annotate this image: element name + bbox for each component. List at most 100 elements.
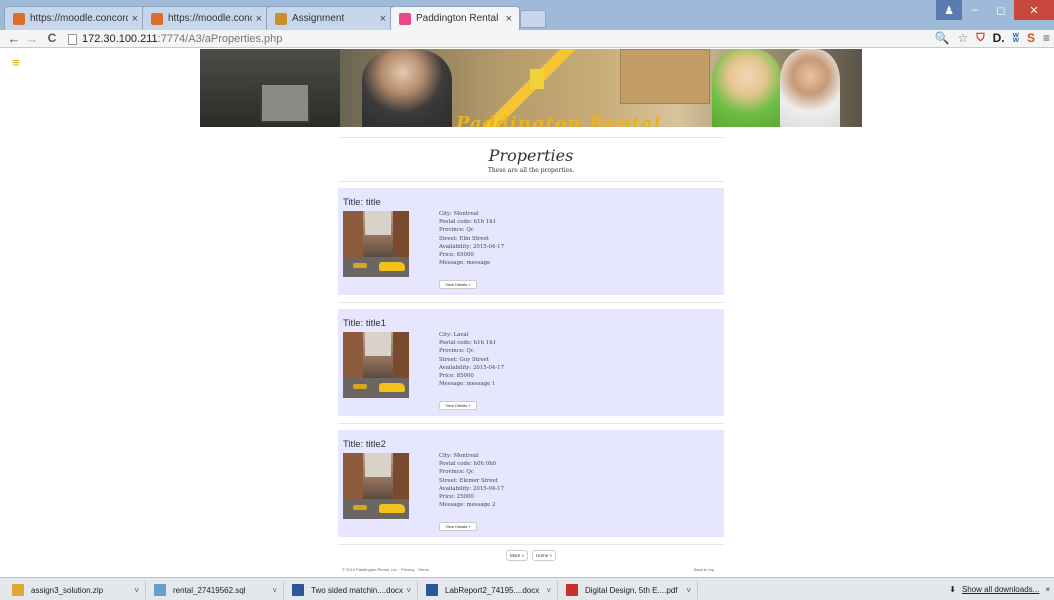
word-icon [426,584,438,596]
property-title: Title: title1 [343,318,386,329]
close-icon[interactable]: × [132,13,138,25]
property-city: City: Montreal [439,453,479,459]
more-button[interactable]: More » [506,550,528,561]
extension-translate-icon[interactable]: ʬ [1013,31,1019,45]
close-icon[interactable]: × [1045,585,1050,594]
download-item[interactable]: assign3_solution.zip ˅ [4,581,146,599]
property-message: Message: message 2 [439,502,496,509]
chevron-down-icon[interactable]: ˅ [134,586,139,595]
download-arrow-icon: ⬇ [949,585,956,594]
property-card: Title: title2 City: Montreal Postal code… [338,430,724,537]
sql-file-icon [154,584,166,596]
browser-tab-assignment[interactable]: Assignment × [266,6,394,30]
chevron-down-icon[interactable]: ˅ [546,586,551,595]
browser-tab-moodle-2[interactable]: https://moodle.concordia × [142,6,270,30]
view-details-button[interactable]: View Details » [439,401,477,410]
property-province: Province: Qc [439,348,474,355]
page-icon [68,33,77,45]
forward-button[interactable]: → [24,31,40,46]
address-bar[interactable]: 172.30.100.211:7774/A3/aProperties.php [68,31,908,47]
chevron-down-icon[interactable]: ˅ [686,586,691,595]
property-photo [343,453,409,519]
assignment-icon [275,12,287,25]
menu-toggle-icon[interactable]: ≡ [12,56,20,69]
property-street: Street: Guy Street [439,356,490,363]
window-close-button[interactable]: ✕ [1014,0,1054,20]
extension-d-icon[interactable]: D. [993,31,1005,45]
url-host: 172.30.100.211 [82,33,158,45]
show-all-downloads[interactable]: ⬇ Show all downloads... × [949,585,1050,594]
ublock-shield-icon[interactable]: ⛉ [976,32,984,45]
property-details: City: Montreal Postal code: h1h 1h1 Prov… [439,210,504,267]
download-shelf: assign3_solution.zip ˅ rental_27419562.s… [0,577,1054,600]
download-filename: rental_27419562.sql [173,585,246,595]
url-path: :7774/A3/aProperties.php [157,33,283,45]
tab-label: Assignment [292,13,345,24]
property-price: Price: 85000 [439,373,474,380]
property-province: Province: Qc [439,227,474,234]
paddington-icon [399,12,411,25]
back-button[interactable]: ← [6,31,22,46]
bookmark-star-icon[interactable]: ☆ [958,31,969,45]
download-item[interactable]: rental_27419562.sql ˅ [146,581,284,599]
view-details-button[interactable]: View Details » [439,280,477,289]
page-title: Properties [488,146,574,165]
page-subtitle: These are all the properties. [487,167,575,174]
property-price: Price: 25000 [439,494,474,501]
property-postal-code: Postal code: h1h 1h1 [439,340,497,347]
download-filename: assign3_solution.zip [31,585,104,595]
download-item[interactable]: Digital Design, 5th E....pdf ˅ [558,581,698,599]
property-price: Price: 65000 [439,252,474,259]
property-street: Street: Elm Street [439,235,489,242]
divider [338,423,724,424]
download-item[interactable]: LabReport2_74195....docx ˅ [418,581,558,599]
divider [338,302,724,303]
word-icon [292,584,304,596]
property-street: Street: Elemer Street [439,477,498,484]
moodle-icon [13,12,25,25]
banner-logo-text: Paddington Rental [456,113,662,127]
download-item[interactable]: Two sided matchin....docx ˅ [284,581,418,599]
footer-copyright: © 2014 Paddington Rental, Inc. · Privacy… [342,567,429,572]
property-postal-code: Postal code: h0h 0h0 [439,461,497,468]
divider [338,181,724,182]
tab-label: Paddington Rental [416,13,499,24]
zoom-icon[interactable]: 🔍 [935,31,950,45]
minimize-button[interactable]: – [962,0,988,20]
view-details-button[interactable]: View Details » [439,522,477,531]
chevron-down-icon[interactable]: ˅ [272,586,277,595]
property-message: Message: message [439,260,491,267]
tab-label: https://moodle.concordia [168,13,252,24]
maximize-button[interactable]: ◻ [988,0,1014,20]
zip-icon [12,584,24,596]
new-tab-button[interactable] [520,10,546,28]
user-icon[interactable]: ♟ [936,0,962,20]
close-icon[interactable]: × [380,13,386,25]
property-availability: Availability: 2015-04-17 [439,485,505,492]
close-icon[interactable]: × [256,13,262,25]
moodle-icon [151,12,163,25]
property-card: Title: title1 City: Laval Postal code: h… [338,309,724,416]
browser-tab-bar: https://moodle.concordia × https://moodl… [0,0,1054,30]
pdf-icon [566,584,578,596]
browser-tab-moodle-1[interactable]: https://moodle.concordia × [4,6,146,30]
chrome-menu-icon[interactable]: ≡ [1043,31,1050,45]
property-photo [343,332,409,398]
property-postal-code: Postal code: h1h 1h1 [439,219,497,226]
hero-banner: Paddington Rental [200,49,862,127]
chevron-down-icon[interactable]: ˅ [406,586,411,595]
show-all-downloads-link[interactable]: Show all downloads... [962,585,1039,594]
property-details: City: Laval Postal code: h1h 1h1 Provinc… [439,331,504,388]
property-province: Province: Qc [439,469,474,476]
reload-button[interactable]: C [44,31,60,45]
close-icon[interactable]: × [506,13,512,25]
property-availability: Availability: 2015-04-17 [439,243,505,250]
back-to-top-link[interactable]: Back to top [694,567,714,572]
extension-s-icon[interactable]: S [1027,31,1035,45]
extension-icons: 🔍 ☆ ⛉ D. ʬ S ≡ [935,31,1050,45]
browser-tab-paddington-rental[interactable]: Paddington Rental × [390,6,520,30]
home-button[interactable]: Home » [532,550,556,561]
window-controls: ♟ – ◻ ✕ [936,0,1054,22]
tab-label: https://moodle.concordia [30,13,128,24]
divider [338,137,724,138]
